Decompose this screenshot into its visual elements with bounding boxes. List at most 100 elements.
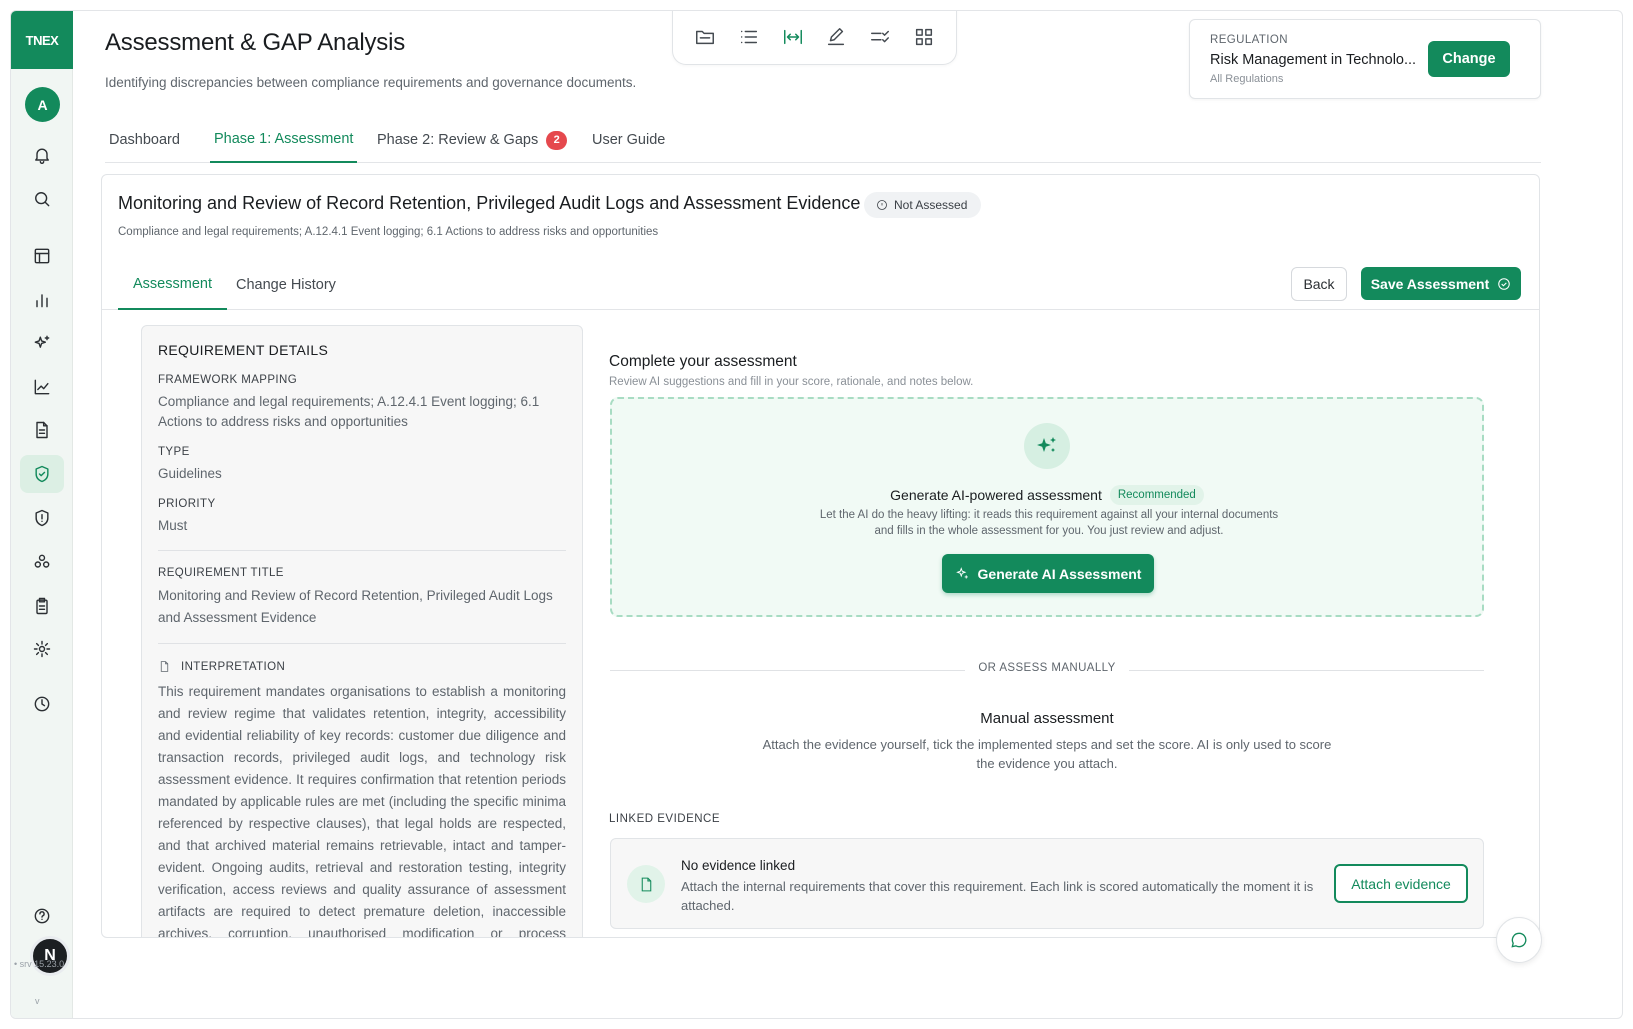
search-icon <box>35 192 50 207</box>
tab-label: Dashboard <box>109 132 180 148</box>
tab-label: Phase 2: Review & Gaps <box>377 132 539 148</box>
sidebar-item-notifications[interactable] <box>20 136 64 174</box>
ai-title-row: Generate AI-powered assessment Recommend… <box>612 485 1482 505</box>
clipboard-icon <box>36 597 48 615</box>
chat-button[interactable] <box>1496 917 1542 963</box>
list-icon <box>740 30 757 43</box>
manual-assessment-description: Attach the evidence yourself, tick the i… <box>762 737 1332 771</box>
requirement-title-label: REQUIREMENT TITLE <box>158 567 284 579</box>
tab-label: Change History <box>236 276 336 293</box>
fit-width-icon <box>783 29 802 44</box>
user-avatar[interactable]: N <box>30 936 70 976</box>
regulation-scope: All Regulations <box>1210 73 1284 85</box>
tab-label: Assessment <box>133 275 212 292</box>
list-view-button[interactable] <box>732 20 766 54</box>
requirement-title: Monitoring and Review of Record Retentio… <box>118 193 861 213</box>
sidebar-item-help[interactable] <box>20 897 64 935</box>
divider <box>158 550 566 551</box>
edit-icon <box>828 27 845 45</box>
version-label: • srv 15.23.0 <box>14 959 65 969</box>
help-icon <box>34 908 50 924</box>
workspace-avatar[interactable]: A <box>25 87 60 122</box>
sidebar-item-table[interactable] <box>20 237 64 275</box>
check-circle-icon <box>1498 277 1511 290</box>
evidence-badge <box>627 865 665 903</box>
sparkles-icon <box>34 335 50 348</box>
sidebar: TNEX A v N • srv 15.23.0 <box>11 11 73 1018</box>
interpretation-text: This requirement mandates organisations … <box>158 684 566 938</box>
fit-width-button[interactable] <box>776 20 810 54</box>
interpretation-label-text: INTERPRETATION <box>181 660 286 673</box>
ai-assessment-box: Generate AI-powered assessment Recommend… <box>610 397 1484 617</box>
shield-check-icon <box>35 465 49 483</box>
folder-icon <box>695 30 714 44</box>
view-toolbar <box>672 11 957 65</box>
divider <box>158 643 566 644</box>
clock-icon <box>34 696 50 712</box>
generate-label: Generate AI Assessment <box>977 565 1142 582</box>
sidebar-item-ai[interactable] <box>20 324 64 362</box>
status-text: Not Assessed <box>894 198 968 212</box>
page-title: Assessment & GAP Analysis <box>105 29 406 56</box>
sidebar-item-documents[interactable] <box>20 411 64 449</box>
evidence-empty-description: Attach the internal requirements that co… <box>681 879 1314 913</box>
shield-alert-icon <box>35 509 49 527</box>
sidebar-item-analytics[interactable] <box>20 368 64 406</box>
requirement-details-panel[interactable]: REQUIREMENT DETAILS FRAMEWORK MAPPING Co… <box>141 325 583 938</box>
checklist-button[interactable] <box>863 20 897 54</box>
file-icon <box>160 661 169 672</box>
sidebar-item-history[interactable] <box>20 685 64 723</box>
back-button[interactable]: Back <box>1291 267 1347 301</box>
requirement-title-value: Monitoring and Review of Record Retentio… <box>158 588 553 625</box>
checklist-icon <box>871 30 890 42</box>
tab-phase-2-review[interactable]: Phase 2: Review & Gaps 2 <box>373 117 571 163</box>
file-icon <box>641 877 651 891</box>
ai-description: Let the AI do the heavy lifting: it read… <box>819 509 1279 537</box>
recommended-badge: Recommended <box>1109 485 1204 505</box>
generate-ai-assessment-button[interactable]: Generate AI Assessment <box>942 554 1154 593</box>
sidebar-item-search[interactable] <box>20 180 64 218</box>
or-text: OR ASSESS MANUALLY <box>610 662 1484 674</box>
sidebar-item-reports[interactable] <box>20 281 64 319</box>
or-label: OR ASSESS MANUALLY <box>968 662 1126 674</box>
change-regulation-button[interactable]: Change <box>1428 41 1510 77</box>
document-icon <box>36 421 48 439</box>
app-logo[interactable]: TNEX <box>11 11 73 69</box>
details-heading: REQUIREMENT DETAILS <box>158 342 329 358</box>
tab-label: Phase 1: Assessment <box>214 131 354 147</box>
tab-label: User Guide <box>592 132 666 148</box>
save-assessment-button[interactable]: Save Assessment <box>1361 267 1521 300</box>
tab-assessment[interactable]: Assessment <box>118 259 227 310</box>
sidebar-item-cluster[interactable] <box>20 543 64 581</box>
type-label: TYPE <box>158 446 190 458</box>
regulation-card: REGULATION Risk Management in Technolo..… <box>1189 19 1541 99</box>
tab-phase-1-assessment[interactable]: Phase 1: Assessment <box>210 117 358 163</box>
table-icon <box>34 248 50 264</box>
info-icon <box>877 200 887 210</box>
chat-bubble-icon <box>1511 932 1527 948</box>
grid-view-button[interactable] <box>907 20 941 54</box>
page-subtitle: Identifying discrepancies between compli… <box>105 75 637 90</box>
linked-evidence-box: No evidence linked Attach the internal r… <box>610 838 1484 929</box>
tab-dashboard[interactable]: Dashboard <box>105 117 184 163</box>
priority-value: Must <box>158 518 188 533</box>
sidebar-item-tasks[interactable] <box>20 587 64 625</box>
ai-title: Generate AI-powered assessment <box>890 487 1102 503</box>
ai-sparkle-badge <box>1024 423 1070 469</box>
assessment-title: Complete your assessment <box>609 353 797 370</box>
attach-evidence-button[interactable]: Attach evidence <box>1334 864 1468 903</box>
tab-change-history[interactable]: Change History <box>236 259 336 310</box>
or-divider: OR ASSESS MANUALLY <box>610 662 1484 678</box>
sub-tabs: Assessment Change History Back Save Asse… <box>102 259 1539 310</box>
assessment-subtitle: Review AI suggestions and fill in your s… <box>609 376 974 388</box>
status-badge: Not Assessed <box>864 192 982 218</box>
framework-label: FRAMEWORK MAPPING <box>158 374 298 386</box>
type-value: Guidelines <box>158 466 222 481</box>
edit-button[interactable] <box>819 20 853 54</box>
sidebar-item-settings[interactable] <box>20 630 64 668</box>
sidebar-item-assessment[interactable] <box>20 455 64 493</box>
folder-button[interactable] <box>688 20 722 54</box>
requirement-card: Monitoring and Review of Record Retentio… <box>101 174 1540 938</box>
sidebar-item-risks[interactable] <box>20 499 64 537</box>
tab-user-guide[interactable]: User Guide <box>588 117 669 163</box>
